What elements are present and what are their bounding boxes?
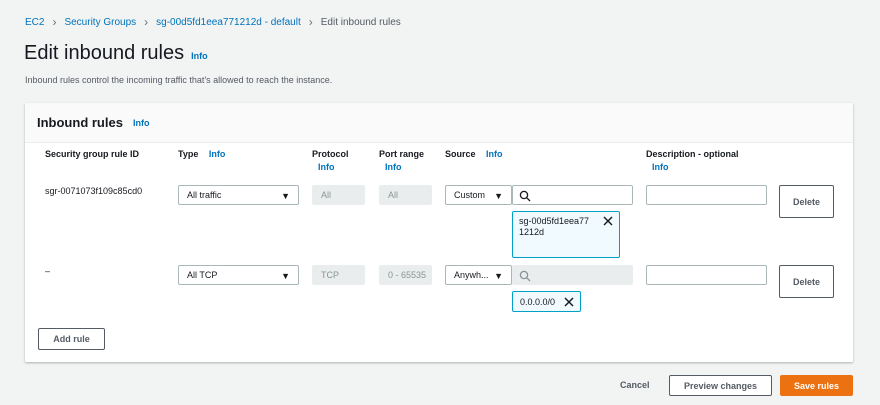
column-label: Port range — [379, 149, 425, 159]
port-range-info-link[interactable]: Info — [385, 161, 424, 174]
source-info-link[interactable]: Info — [486, 149, 503, 159]
breadcrumb-security-groups[interactable]: Security Groups — [64, 17, 136, 28]
search-icon — [519, 190, 531, 202]
column-header-port-range: Port range Info — [379, 148, 424, 174]
breadcrumb-security-group[interactable]: sg-00d5fd1eea771212d - default — [156, 17, 301, 28]
type-select[interactable]: All TCP ▼ — [178, 265, 299, 285]
column-header-source: Source Info — [445, 148, 503, 161]
rule-id: sgr-0071073f109c85cd0 — [45, 186, 143, 196]
source-token-label: sg-00d5fd1eea771212d — [519, 216, 590, 237]
breadcrumb-current: Edit inbound rules — [320, 16, 401, 28]
column-header-type: Type Info — [178, 148, 225, 161]
add-rule-button[interactable]: Add rule — [38, 328, 105, 350]
caret-down-icon: ▼ — [494, 271, 503, 281]
breadcrumb: EC2 › Security Groups › sg-00d5fd1eea771… — [25, 15, 401, 29]
delete-button-label: Delete — [792, 276, 820, 287]
column-header-rule-id: Security group rule ID — [45, 148, 139, 161]
page-title: Edit inbound rules — [24, 42, 185, 64]
chevron-right-icon: › — [52, 15, 57, 29]
page-info-link[interactable]: Info — [191, 51, 208, 61]
source-search-input[interactable] — [512, 185, 633, 205]
page-header: Edit inbound rules Info — [24, 42, 208, 65]
protocol-field: TCP — [312, 265, 365, 285]
source-select-value: Anywh... — [454, 270, 489, 280]
type-info-link[interactable]: Info — [209, 149, 226, 159]
source-token-label: 0.0.0.0/0 — [520, 297, 556, 307]
cancel-button[interactable]: Cancel — [620, 380, 650, 390]
description-input[interactable] — [646, 265, 767, 285]
type-select-value: All TCP — [187, 270, 218, 280]
type-select-value: All traffic — [187, 190, 222, 200]
type-select[interactable]: All traffic ▼ — [178, 185, 299, 205]
panel-header: Inbound rules Info — [25, 103, 853, 143]
column-label: Protocol — [312, 149, 349, 159]
column-header-description: Description - optional Info — [646, 148, 739, 174]
add-rule-label: Add rule — [53, 334, 90, 344]
delete-button[interactable]: Delete — [779, 265, 834, 298]
delete-button-label: Delete — [792, 196, 820, 207]
description-info-link[interactable]: Info — [652, 161, 739, 174]
caret-down-icon: ▼ — [281, 191, 290, 201]
port-range-field: 0 - 65535 — [379, 265, 432, 285]
inbound-rules-panel: Inbound rules Info — [25, 103, 853, 362]
column-label: Type — [178, 149, 199, 159]
source-search-input[interactable] — [512, 265, 633, 285]
source-token: 0.0.0.0/0 — [512, 291, 581, 312]
description-input[interactable] — [646, 185, 767, 205]
caret-down-icon: ▼ — [281, 271, 290, 281]
save-rules-label: Save rules — [793, 380, 840, 391]
close-icon[interactable] — [603, 216, 613, 226]
protocol-field: All — [312, 185, 365, 205]
source-select[interactable]: Custom ▼ — [445, 185, 512, 205]
caret-down-icon: ▼ — [494, 191, 503, 201]
preview-changes-label: Preview changes — [683, 380, 758, 391]
save-rules-button[interactable]: Save rules — [780, 375, 853, 396]
chevron-right-icon: › — [144, 15, 149, 29]
delete-button[interactable]: Delete — [779, 185, 834, 218]
column-label: Source — [445, 149, 476, 159]
search-icon — [519, 270, 531, 282]
column-label: Description - optional — [646, 149, 739, 159]
close-icon[interactable] — [564, 297, 574, 307]
preview-changes-button[interactable]: Preview changes — [669, 375, 772, 396]
page-description: Inbound rules control the incoming traff… — [25, 75, 333, 85]
chevron-right-icon: › — [308, 15, 313, 29]
breadcrumb-ec2[interactable]: EC2 — [25, 17, 44, 28]
panel-title: Inbound rules — [37, 115, 123, 130]
column-label: Security group rule ID — [45, 149, 140, 159]
rule-id: – — [45, 266, 51, 276]
column-header-protocol: Protocol Info — [312, 148, 349, 174]
panel-info-link[interactable]: Info — [133, 118, 150, 128]
protocol-info-link[interactable]: Info — [318, 161, 349, 174]
port-range-field: All — [379, 185, 432, 205]
source-select[interactable]: Anywh... ▼ — [445, 265, 512, 285]
source-token: sg-00d5fd1eea771212d — [512, 211, 620, 258]
source-select-value: Custom — [454, 190, 486, 200]
